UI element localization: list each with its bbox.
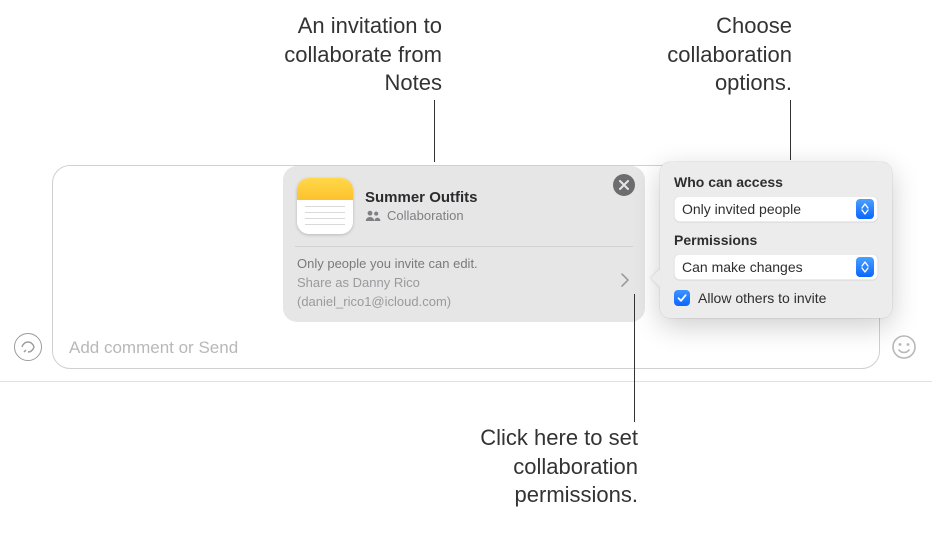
- callout-invite: An invitation to collaborate from Notes: [262, 12, 442, 98]
- who-can-access-label: Who can access: [674, 174, 878, 190]
- who-can-access-select[interactable]: Only invited people: [674, 196, 878, 222]
- callout-invite-line: [434, 100, 435, 162]
- collaboration-invite-card: Summer Outfits Collaboration Only p: [283, 166, 645, 322]
- divider: [295, 246, 633, 247]
- who-can-access-value: Only invited people: [682, 201, 801, 217]
- chevron-right-icon: [621, 273, 629, 293]
- apps-button[interactable]: [14, 333, 42, 361]
- invite-title: Summer Outfits: [365, 189, 478, 206]
- checkmark-icon: [677, 293, 687, 303]
- share-as-email: (daniel_rico1@icloud.com): [297, 293, 631, 312]
- apps-icon: [20, 339, 36, 355]
- emoji-icon: [891, 334, 917, 360]
- permissions-value: Can make changes: [682, 259, 803, 275]
- emoji-button[interactable]: [890, 333, 918, 361]
- dismiss-invite-button[interactable]: [613, 174, 635, 196]
- collaboration-badge: Collaboration: [365, 208, 478, 223]
- allow-others-checkbox[interactable]: [674, 290, 690, 306]
- notes-app-icon: [297, 178, 353, 234]
- permissions-select[interactable]: Can make changes: [674, 254, 878, 280]
- select-stepper-icon: [856, 199, 874, 219]
- invite-info: Only people you invite can edit.: [297, 255, 631, 274]
- callout-options-line: [790, 100, 791, 160]
- collaboration-options-popover: Who can access Only invited people Permi…: [660, 162, 892, 318]
- invite-title-block: Summer Outfits Collaboration: [365, 189, 478, 223]
- select-stepper-icon: [856, 257, 874, 277]
- allow-others-checkbox-row[interactable]: Allow others to invite: [674, 290, 878, 306]
- callout-permissions: Click here to set collaboration permissi…: [440, 424, 638, 510]
- callout-options: Choose collaboration options.: [604, 12, 792, 98]
- allow-others-label: Allow others to invite: [698, 290, 826, 306]
- compose-placeholder: Add comment or Send: [69, 338, 238, 358]
- callout-permissions-line: [634, 294, 635, 422]
- people-icon: [365, 210, 381, 222]
- permissions-label: Permissions: [674, 232, 878, 248]
- invite-header: Summer Outfits Collaboration: [297, 178, 631, 244]
- invite-permissions-row[interactable]: Only people you invite can edit. Share a…: [297, 255, 631, 312]
- share-as-name: Share as Danny Rico: [297, 274, 631, 293]
- close-icon: [619, 180, 629, 190]
- collaboration-badge-label: Collaboration: [387, 208, 464, 223]
